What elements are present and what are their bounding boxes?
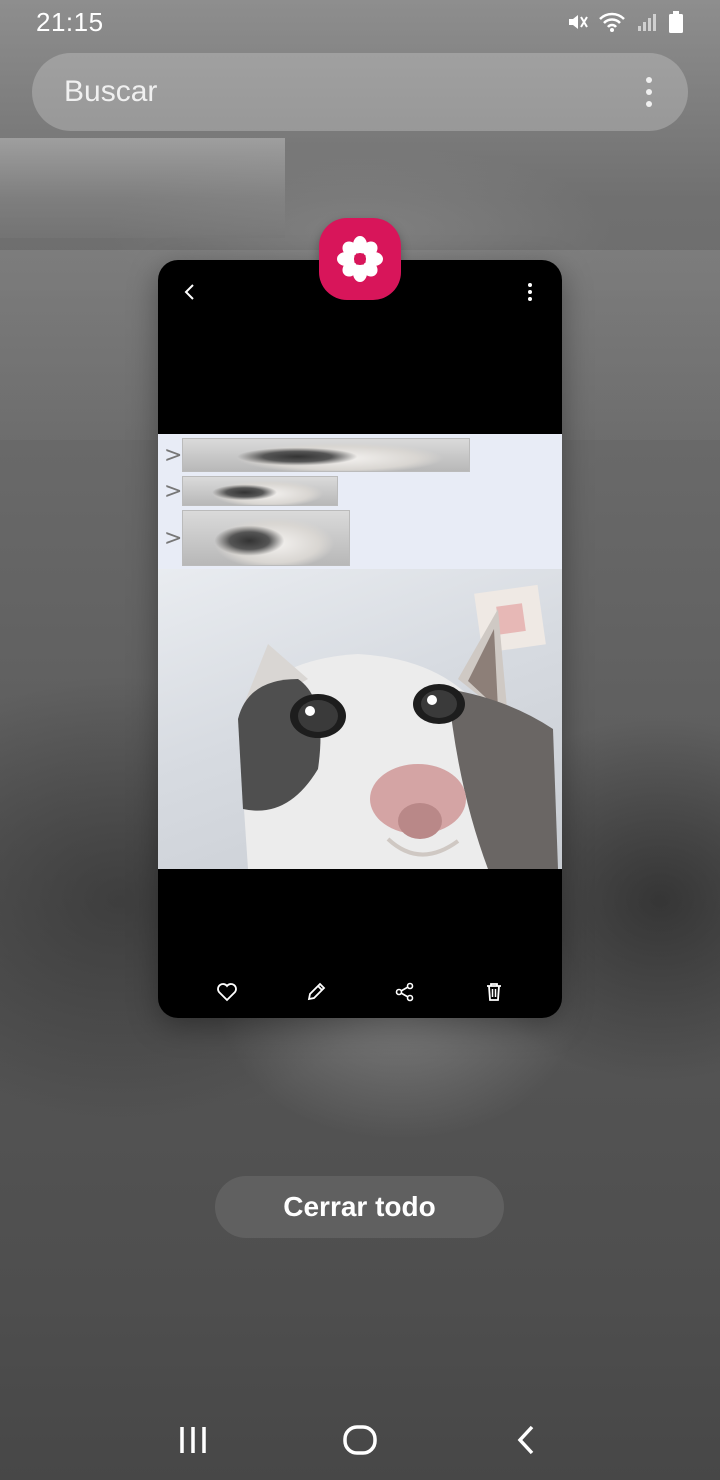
cat-thumbnail — [182, 510, 350, 566]
navigation-bar — [0, 1400, 720, 1480]
cat-thumbnail — [182, 476, 338, 506]
share-icon[interactable] — [390, 977, 420, 1007]
mute-icon — [566, 11, 588, 33]
close-all-button[interactable]: Cerrar todo — [215, 1176, 504, 1238]
wifi-icon — [598, 11, 626, 33]
meme-header-image: > > > — [158, 434, 562, 569]
recent-app-card[interactable]: > > > — [158, 260, 562, 1018]
meme-row: > — [164, 510, 350, 566]
status-bar: 21:15 — [0, 0, 720, 44]
search-input[interactable]: Buscar — [64, 75, 157, 109]
more-vert-icon[interactable] — [640, 71, 658, 113]
background-thumbnail — [0, 138, 285, 238]
recents-icon[interactable] — [163, 1410, 223, 1470]
status-time: 21:15 — [36, 6, 104, 37]
home-icon[interactable] — [330, 1410, 390, 1470]
pencil-icon[interactable] — [301, 977, 331, 1007]
card-action-bar — [158, 966, 562, 1018]
signal-icon — [636, 11, 658, 33]
more-vert-icon — [522, 277, 538, 307]
cat-thumbnail — [182, 438, 470, 472]
meme-row: > — [164, 438, 470, 472]
cat-photo — [158, 569, 562, 869]
meme-arrow: > — [164, 442, 183, 468]
heart-icon[interactable] — [212, 977, 242, 1007]
gallery-flower-icon[interactable] — [319, 218, 401, 300]
card-more-button[interactable] — [512, 274, 548, 310]
trash-icon[interactable] — [479, 977, 509, 1007]
status-icons — [566, 10, 684, 34]
back-icon[interactable] — [172, 274, 208, 310]
back-icon[interactable] — [497, 1410, 557, 1470]
battery-icon — [668, 10, 684, 34]
search-bar[interactable]: Buscar — [32, 53, 688, 131]
meme-arrow: > — [164, 525, 183, 551]
meme-arrow: > — [164, 478, 183, 504]
meme-row: > — [164, 476, 338, 506]
